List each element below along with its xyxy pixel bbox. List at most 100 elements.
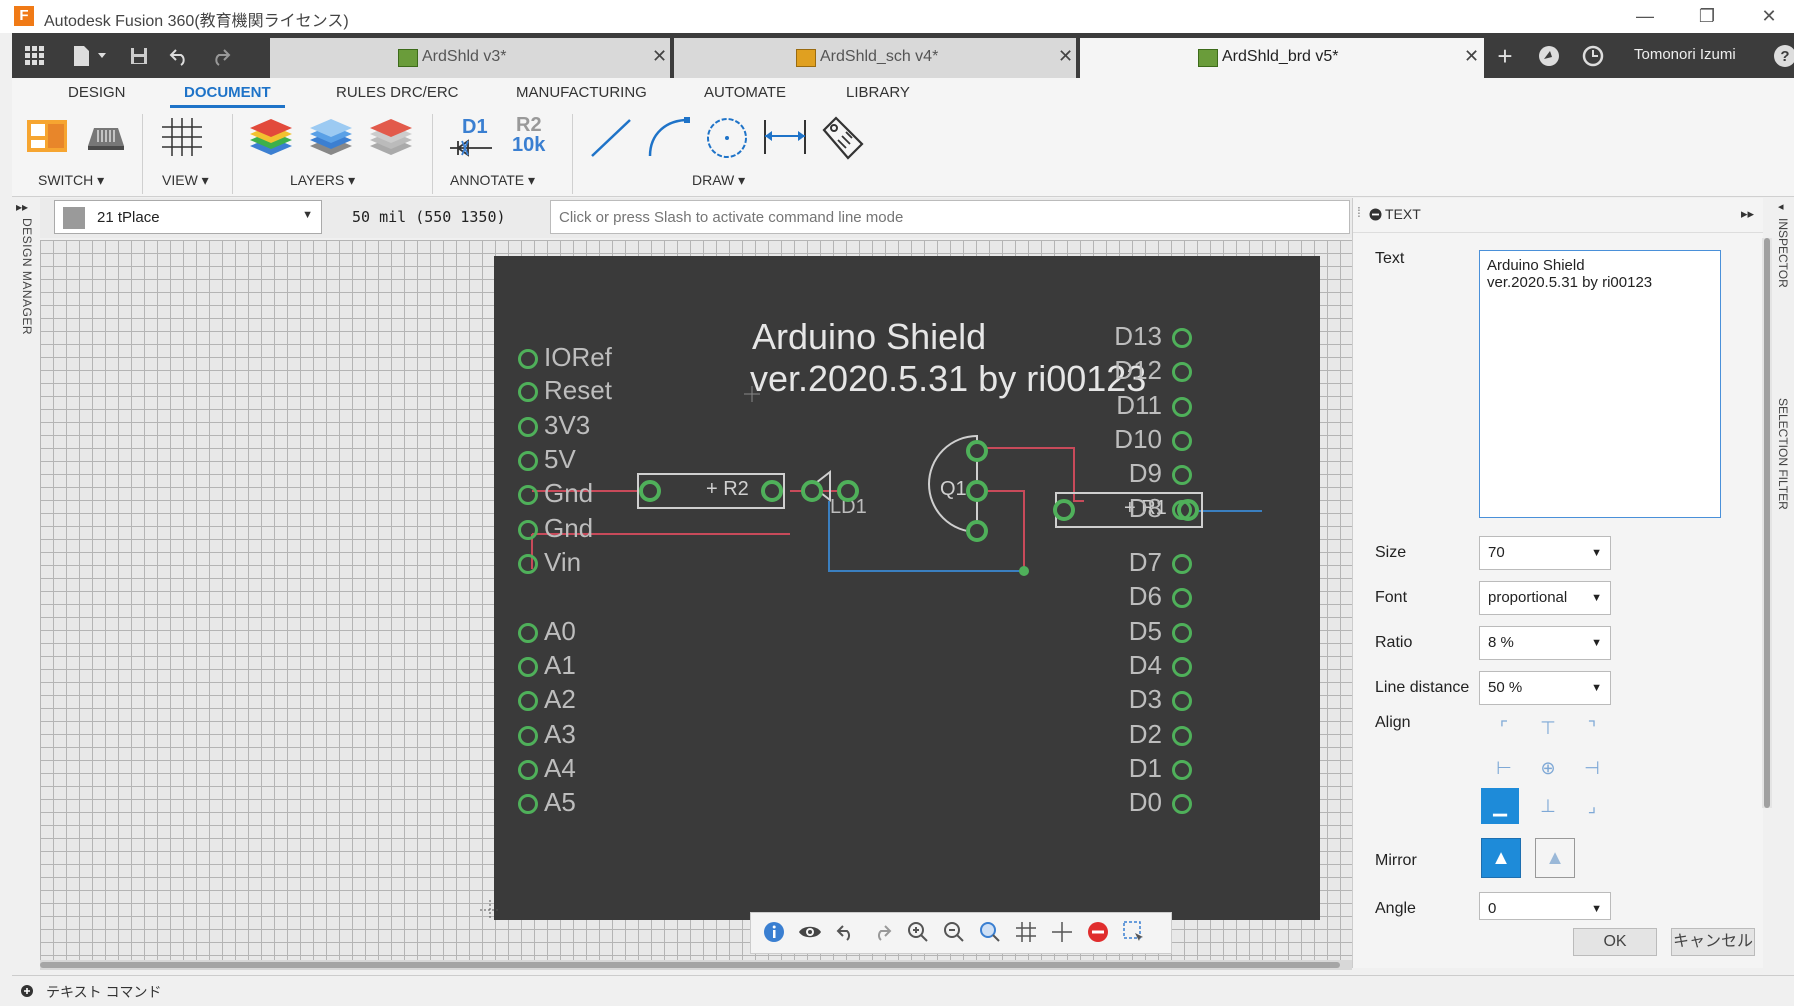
pin-pad[interactable] <box>1172 691 1192 711</box>
plus-icon[interactable]: + <box>1490 41 1520 71</box>
angle-select[interactable]: 0 ▼ <box>1479 892 1611 920</box>
pin-pad[interactable] <box>1172 500 1192 520</box>
pin-pad[interactable] <box>1172 465 1192 485</box>
close-tab-icon[interactable]: ✕ <box>1058 46 1073 67</box>
selection-filter-label[interactable]: SELECTION FILTER <box>1776 398 1790 510</box>
layers-visible-icon[interactable] <box>308 116 354 163</box>
layers-color-icon[interactable] <box>248 116 294 163</box>
tab-design[interactable]: DESIGN <box>68 84 126 101</box>
layer-select[interactable]: 21 tPlace ▼ <box>54 200 322 234</box>
arc-icon[interactable] <box>646 116 692 165</box>
grid-view-icon[interactable] <box>160 116 204 163</box>
close-window-button[interactable]: ✕ <box>1744 2 1794 30</box>
value-label-icon[interactable]: R2 10k <box>510 114 558 160</box>
info-icon[interactable] <box>759 917 789 947</box>
pin-pad[interactable] <box>518 382 538 402</box>
align-top-right-icon[interactable]: ⌝ <box>1573 710 1611 746</box>
pin-pad[interactable] <box>518 485 538 505</box>
pin-pad[interactable] <box>1172 328 1192 348</box>
line-distance-select[interactable]: 50 % ▼ <box>1479 671 1611 705</box>
circle-icon[interactable] <box>704 116 750 165</box>
file-icon[interactable] <box>68 41 112 71</box>
tab-automate[interactable]: AUTOMATE <box>704 84 786 101</box>
user-name[interactable]: Tomonori Izumi <box>1634 46 1736 63</box>
pin-pad[interactable] <box>1172 362 1192 382</box>
pin-pad[interactable] <box>1172 397 1192 417</box>
horizontal-scrollbar[interactable] <box>40 960 1352 970</box>
doc-tab-ardshld-brd[interactable]: ArdShld_brd v5* ✕ <box>1080 38 1484 78</box>
ratio-select[interactable]: 8 % ▼ <box>1479 626 1611 660</box>
stop-icon[interactable] <box>1083 917 1113 947</box>
align-top-left-icon[interactable]: ⌜ <box>1485 710 1523 746</box>
help-icon[interactable]: ? <box>1770 41 1794 71</box>
align-top-center-icon[interactable]: ⊤ <box>1529 710 1567 746</box>
pin-pad[interactable] <box>518 794 538 814</box>
minimize-button[interactable]: — <box>1620 2 1670 30</box>
pin-pad[interactable] <box>1172 726 1192 746</box>
pin-pad[interactable] <box>518 760 538 780</box>
tab-rules-drc-erc[interactable]: RULES DRC/ERC <box>336 84 459 101</box>
grid-icon[interactable] <box>1011 917 1041 947</box>
align-center-right-icon[interactable]: ⊣ <box>1573 750 1611 786</box>
view-group-label[interactable]: VIEW ▾ <box>162 172 209 189</box>
close-tab-icon[interactable]: ✕ <box>652 46 667 67</box>
layers-group-label[interactable]: LAYERS ▾ <box>290 172 355 189</box>
zoom-in-icon[interactable] <box>903 917 933 947</box>
align-bottom-left-icon[interactable]: ▁ <box>1481 788 1519 824</box>
pin-pad[interactable] <box>518 349 538 369</box>
crosshair-icon[interactable] <box>1047 917 1077 947</box>
restore-button[interactable]: ❐ <box>1682 2 1732 30</box>
collapse-left-icon[interactable]: ◂ <box>1778 200 1784 213</box>
tab-library[interactable]: LIBRARY <box>846 84 910 101</box>
mirror-on-icon[interactable]: ▲ <box>1535 838 1575 878</box>
zoom-out-icon[interactable] <box>939 917 969 947</box>
zoom-fit-icon[interactable] <box>975 917 1005 947</box>
pin-pad[interactable] <box>1172 588 1192 608</box>
ok-button[interactable]: OK <box>1573 928 1657 956</box>
cancel-button[interactable]: キャンセル <box>1671 928 1755 956</box>
drag-handle-icon[interactable]: ⁞ <box>1357 204 1361 220</box>
grid-icon[interactable] <box>20 41 50 71</box>
scrollbar-thumb[interactable] <box>40 962 1340 968</box>
pin-pad[interactable] <box>1172 554 1192 574</box>
tab-document[interactable]: DOCUMENT <box>170 84 285 108</box>
tab-manufacturing[interactable]: MANUFACTURING <box>516 84 647 101</box>
draw-group-label[interactable]: DRAW ▾ <box>692 172 745 189</box>
minus-circle-icon[interactable] <box>1369 208 1382 226</box>
align-center-icon[interactable]: ⊕ <box>1529 750 1567 786</box>
align-bottom-center-icon[interactable]: ⊥ <box>1529 788 1567 824</box>
save-icon[interactable] <box>124 41 154 71</box>
eye-icon[interactable] <box>795 917 825 947</box>
pin-pad[interactable] <box>518 691 538 711</box>
redo-icon[interactable] <box>867 917 897 947</box>
scrollbar-thumb[interactable] <box>1764 238 1770 808</box>
pin-pad[interactable] <box>518 623 538 643</box>
doc-tab-ardshld-sch[interactable]: ArdShld_sch v4* ✕ <box>674 38 1076 78</box>
panel-scrollbar[interactable] <box>1762 238 1772 808</box>
mirror-off-icon[interactable]: ▲ <box>1481 838 1521 878</box>
board-3d-switch-icon[interactable] <box>84 120 128 159</box>
inspector-label[interactable]: INSPECTOR <box>1776 218 1790 288</box>
design-manager-label[interactable]: DESIGN MANAGER <box>20 218 34 335</box>
pin-pad[interactable] <box>1172 657 1192 677</box>
pin-pad[interactable] <box>518 657 538 677</box>
selection-icon[interactable] <box>1119 917 1149 947</box>
pcb-board[interactable]: Arduino Shield ver.2020.5.31 by ri00123 <box>494 256 1320 920</box>
command-line-input[interactable] <box>550 200 1350 234</box>
expand-icon[interactable]: ▸▸ <box>16 200 28 214</box>
collapse-panel-icon[interactable]: ▸▸ <box>1741 206 1754 222</box>
name-label-icon[interactable]: D1 <box>448 116 498 160</box>
schematic-switch-icon[interactable] <box>26 118 68 161</box>
undo-icon[interactable] <box>164 41 194 71</box>
font-select[interactable]: proportional ▼ <box>1479 581 1611 615</box>
line-icon[interactable] <box>588 116 634 165</box>
layers-gray-icon[interactable] <box>368 116 414 163</box>
text-command-expand-icon[interactable] <box>20 984 34 1003</box>
dimension-icon[interactable] <box>762 116 808 165</box>
pin-pad[interactable] <box>1172 794 1192 814</box>
close-tab-icon[interactable]: ✕ <box>1464 46 1479 67</box>
attribute-tag-icon[interactable] <box>820 116 866 165</box>
annotate-group-label[interactable]: ANNOTATE ▾ <box>450 172 535 189</box>
redo-icon[interactable] <box>206 41 236 71</box>
text-command-label[interactable]: テキスト コマンド <box>46 982 161 1002</box>
